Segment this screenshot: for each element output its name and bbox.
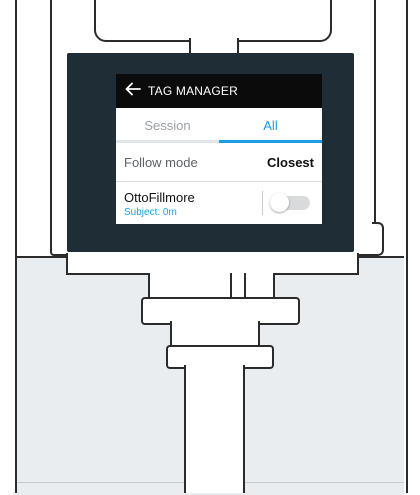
mount-neck bbox=[148, 273, 275, 299]
page-title: TAG MANAGER bbox=[148, 84, 238, 98]
device-top-panel bbox=[94, 0, 332, 42]
back-button[interactable] bbox=[120, 74, 146, 108]
tab-all[interactable]: All bbox=[219, 108, 322, 143]
tag-row-divider bbox=[262, 191, 263, 215]
device-screen: TAG MANAGER Session All Follow mode Clos… bbox=[116, 74, 322, 224]
mount-pipe bbox=[184, 365, 245, 493]
tag-subtitle: Subject: 0m bbox=[124, 207, 177, 218]
device-side-clip bbox=[372, 222, 384, 256]
tab-session[interactable]: Session bbox=[116, 108, 219, 143]
tab-session-label: Session bbox=[144, 118, 191, 133]
mount-neck-divider bbox=[230, 273, 246, 297]
tag-toggle-knob bbox=[270, 193, 289, 212]
tag-list-item: OttoFillmore Subject: 0m bbox=[116, 182, 322, 224]
tag-name: OttoFillmore bbox=[124, 190, 195, 205]
arrow-left-icon bbox=[125, 82, 141, 101]
tag-toggle[interactable] bbox=[270, 193, 310, 212]
follow-mode-label: Follow mode bbox=[124, 154, 198, 170]
device-base-plate bbox=[66, 253, 359, 275]
mount-stem bbox=[170, 321, 260, 347]
tab-bar: Session All bbox=[116, 108, 322, 143]
tab-all-label: All bbox=[263, 118, 278, 133]
title-bar: TAG MANAGER bbox=[116, 74, 322, 108]
follow-mode-value: Closest bbox=[267, 154, 314, 170]
follow-mode-row[interactable]: Follow mode Closest bbox=[116, 143, 322, 182]
